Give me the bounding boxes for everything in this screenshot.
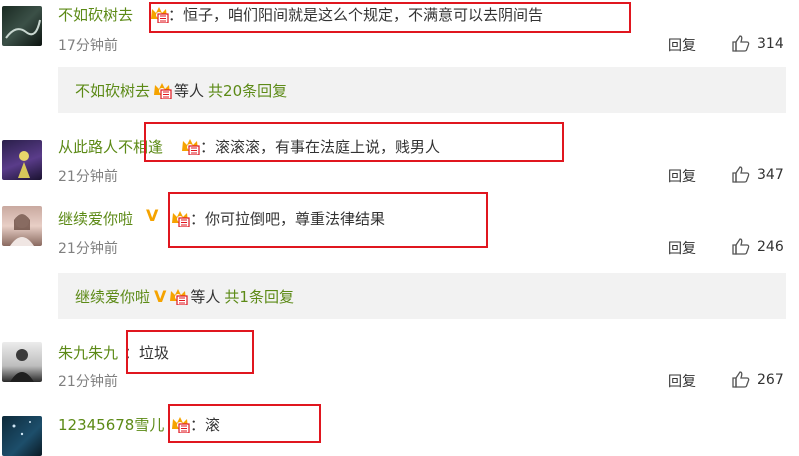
like-count: 314 — [757, 35, 784, 52]
vip-icon: V — [154, 286, 167, 306]
comment-username[interactable]: 朱九朱九 — [58, 342, 118, 363]
like-button[interactable]: 267 — [731, 370, 784, 389]
comment-time: 17分钟前 — [58, 38, 118, 54]
thumbs-up-icon — [732, 238, 750, 255]
avatar[interactable] — [2, 342, 42, 382]
sub-reply-connector: 等人 — [190, 287, 221, 306]
reply-button[interactable]: 回复 — [668, 35, 696, 55]
member-badge-icon — [153, 82, 172, 99]
sub-reply-username[interactable]: 不如砍树去 — [75, 80, 150, 101]
comment-item: 12345678雪儿 ：滚 — [0, 404, 799, 456]
reply-button[interactable]: 回复 — [668, 166, 696, 186]
avatar[interactable] — [2, 206, 42, 246]
comment-item: 从此路人不相逢 ：滚滚滚，有事在法庭上说，贱男人 21分钟前 回复 347 — [0, 122, 799, 186]
highlight-box — [149, 2, 631, 33]
member-badge-icon — [169, 288, 189, 305]
like-count: 347 — [757, 166, 784, 183]
comment-username[interactable]: 12345678雪儿 — [58, 414, 164, 435]
comment-time: 21分钟前 — [58, 374, 118, 390]
comment-username[interactable]: 继续爱你啦 — [58, 208, 133, 229]
thumbs-up-icon — [732, 35, 750, 52]
comment-time: 21分钟前 — [58, 169, 118, 185]
highlight-box — [168, 192, 488, 248]
reply-button[interactable]: 回复 — [668, 238, 696, 258]
like-button[interactable]: 314 — [731, 34, 784, 53]
comment-item: 继续爱你啦 V ：你可拉倒吧，尊重法律结果 21分钟前 回复 246 — [0, 190, 799, 260]
avatar[interactable] — [2, 6, 42, 46]
like-button[interactable]: 246 — [731, 237, 784, 256]
like-count: 267 — [757, 371, 784, 388]
like-count: 246 — [757, 238, 784, 255]
sub-reply-count[interactable]: 共1条回复 — [224, 286, 294, 307]
sub-reply-summary[interactable]: 不如砍树去 等人 共20条回复 — [58, 67, 786, 113]
sub-reply-connector: 等人 — [174, 81, 205, 100]
comment-item: 不如砍树去 ：恒子，咱们阳间就是这么个规定，不满意可以去阴间告 17分钟前 回复… — [0, 0, 799, 60]
sub-reply-summary[interactable]: 继续爱你啦 V 等人 共1条回复 — [58, 273, 786, 319]
comment-username[interactable]: 不如砍树去 — [58, 4, 133, 25]
sub-reply-username[interactable]: 继续爱你啦 — [75, 286, 150, 307]
comment-time: 21分钟前 — [58, 241, 118, 257]
reply-button[interactable]: 回复 — [668, 371, 696, 391]
highlight-box — [126, 330, 254, 374]
sub-reply-count[interactable]: 共20条回复 — [208, 80, 287, 101]
highlight-box — [168, 404, 321, 443]
comment-item: 朱九朱九 ：垃圾 21分钟前 回复 267 — [0, 330, 799, 390]
avatar[interactable] — [2, 140, 42, 180]
thumbs-up-icon — [732, 166, 750, 183]
like-button[interactable]: 347 — [731, 165, 784, 184]
vip-icon: V — [146, 206, 159, 225]
avatar[interactable] — [2, 416, 42, 456]
thumbs-up-icon — [732, 371, 750, 388]
highlight-box — [144, 122, 564, 162]
